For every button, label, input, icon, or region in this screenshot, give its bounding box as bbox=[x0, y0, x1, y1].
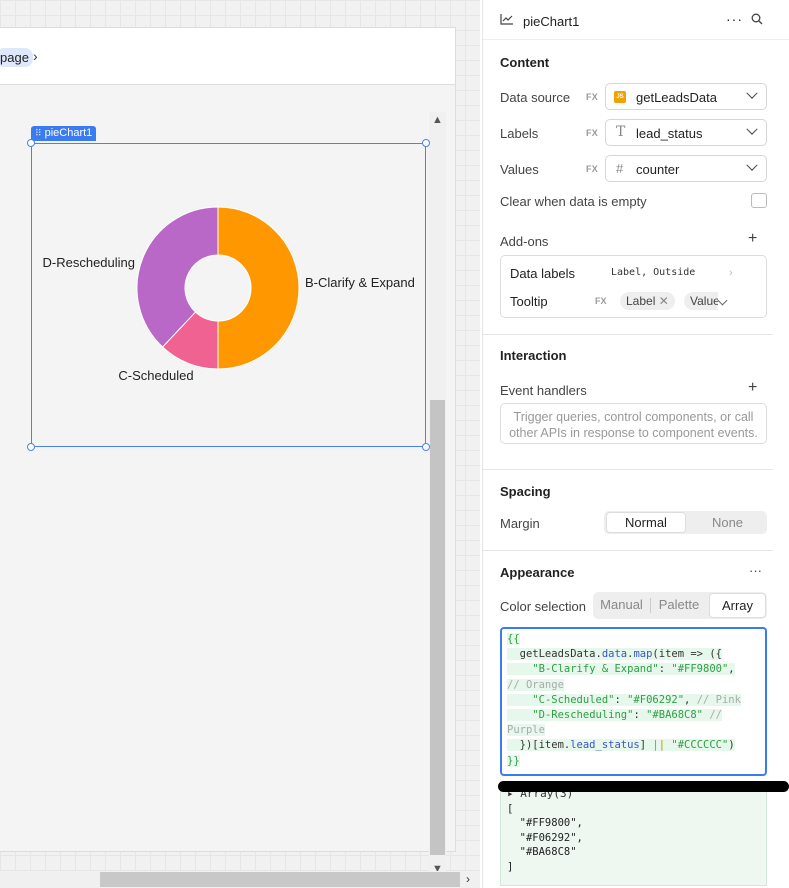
result-line: [ bbox=[507, 802, 514, 815]
fx-toggle[interactable]: FX bbox=[586, 128, 598, 138]
data-source-select[interactable]: JS getLeadsData bbox=[605, 83, 767, 110]
inspector-header: pieChart1 ··· bbox=[483, 0, 789, 40]
code-line: Purple bbox=[507, 724, 545, 737]
number-type-icon: # bbox=[616, 161, 624, 176]
pie-slice-label: B-Clarify & Expand bbox=[305, 275, 415, 290]
data-labels-value[interactable]: Label, Outside bbox=[611, 267, 695, 278]
js-icon: JS bbox=[614, 91, 626, 103]
section-interaction-heading: Interaction bbox=[500, 348, 567, 363]
inspector-panel: pieChart1 ··· Content Data source FX JS … bbox=[482, 0, 789, 888]
chevron-down-icon[interactable] bbox=[717, 295, 728, 306]
result-line: ] bbox=[507, 860, 514, 873]
chevron-down-icon bbox=[746, 159, 758, 171]
event-handlers-placeholder[interactable]: Trigger queries, control components, or … bbox=[500, 403, 767, 444]
evaluation-result: ▸ Array(3)[ "#FF9800", "#F06292", "#BA68… bbox=[500, 782, 767, 886]
editor-canvas[interactable]: page › ▲ ▼ ⠿ pieChart1 B-Clarify & Expand… bbox=[0, 0, 480, 888]
values-label: Values bbox=[500, 162, 539, 177]
pie-slice-label: D-Rescheduling bbox=[43, 255, 136, 270]
chevron-right-icon: › bbox=[33, 48, 38, 64]
labels-label: Labels bbox=[500, 126, 539, 141]
margin-normal-option[interactable]: Normal bbox=[606, 512, 686, 533]
color-selection-control: Manual Palette Array bbox=[593, 592, 767, 619]
pie-slice-label: C-Scheduled bbox=[118, 368, 193, 383]
labels-value: lead_status bbox=[636, 126, 703, 141]
more-icon[interactable]: ··· bbox=[726, 11, 743, 27]
color-palette-option[interactable]: Palette bbox=[651, 597, 707, 612]
result-line: "#BA68C8" bbox=[507, 846, 577, 858]
color-array-option[interactable]: Array bbox=[709, 593, 766, 618]
component-name[interactable]: pieChart1 bbox=[523, 14, 579, 29]
code-line: "D-Rescheduling": "#BA68C8" // bbox=[507, 708, 760, 723]
margin-segmented-control: Normal None bbox=[604, 511, 767, 534]
pie-slice[interactable] bbox=[217, 206, 300, 370]
code-line: }} bbox=[507, 754, 520, 767]
component-tag[interactable]: ⠿ pieChart1 bbox=[31, 126, 97, 141]
addons-list: Data labels Label, Outside › Tooltip FX … bbox=[500, 255, 767, 318]
code-line: // Orange bbox=[507, 678, 564, 691]
code-line: "C-Scheduled": "#F06292", // Pink bbox=[507, 693, 760, 708]
tooltip-chip-label[interactable]: Label ✕ bbox=[620, 292, 675, 310]
clear-when-empty-checkbox[interactable] bbox=[751, 193, 767, 208]
line-chart-icon bbox=[500, 14, 513, 25]
divider bbox=[483, 334, 773, 335]
divider bbox=[483, 550, 773, 551]
section-spacing-heading: Spacing bbox=[500, 484, 551, 499]
search-icon[interactable] bbox=[751, 13, 763, 25]
chevron-right-icon[interactable]: › bbox=[729, 267, 733, 279]
margin-label: Margin bbox=[500, 516, 540, 531]
vertical-scrollbar[interactable]: ▲ ▼ bbox=[429, 112, 446, 877]
values-value: counter bbox=[636, 162, 680, 177]
horizontal-scroll-thumb[interactable] bbox=[100, 872, 460, 887]
tooltip-label[interactable]: Tooltip bbox=[510, 294, 548, 309]
divider bbox=[483, 469, 773, 470]
section-appearance-heading: Appearance bbox=[500, 565, 575, 580]
color-manual-option[interactable]: Manual bbox=[593, 597, 650, 612]
add-event-handler-icon[interactable]: + bbox=[748, 379, 757, 397]
page-header: page › bbox=[0, 28, 455, 85]
margin-none-option[interactable]: None bbox=[688, 513, 767, 532]
close-icon[interactable]: ✕ bbox=[659, 294, 669, 308]
fx-toggle[interactable]: FX bbox=[586, 164, 598, 174]
fx-toggle[interactable]: FX bbox=[586, 92, 598, 102]
data-source-value: getLeadsData bbox=[636, 90, 717, 105]
pie-chart[interactable]: B-Clarify & Expand C-Scheduled D-Reschedul… bbox=[31, 143, 426, 447]
chip-text: Label bbox=[626, 294, 656, 308]
add-addon-icon[interactable]: + bbox=[748, 230, 757, 248]
tooltip-chip-value[interactable]: Value bbox=[684, 292, 718, 310]
data-source-label: Data source bbox=[500, 90, 571, 105]
code-line: getLeadsData.data.map(item => ({ bbox=[507, 648, 722, 661]
more-icon[interactable]: ··· bbox=[749, 563, 762, 578]
breadcrumb[interactable]: page bbox=[0, 48, 33, 67]
addons-label: Add-ons bbox=[500, 234, 549, 249]
code-line: })[item.lead_status] || "#CCCCCC") bbox=[507, 739, 735, 752]
fx-toggle[interactable]: FX bbox=[595, 296, 607, 306]
redaction-bar bbox=[498, 781, 789, 792]
drag-handle-icon[interactable]: ⠿ bbox=[35, 128, 42, 138]
chevron-down-icon bbox=[746, 87, 758, 99]
code-line: "B-Clarify & Expand": "#FF9800", bbox=[507, 662, 760, 677]
clear-when-empty-label: Clear when data is empty bbox=[500, 194, 647, 209]
code-line: {{ bbox=[507, 633, 520, 645]
vertical-scroll-thumb[interactable] bbox=[430, 400, 445, 855]
scroll-up-icon[interactable]: ▲ bbox=[432, 114, 443, 126]
color-selection-label: Color selection bbox=[500, 599, 586, 614]
scroll-right-icon[interactable]: › bbox=[466, 872, 470, 886]
chevron-down-icon bbox=[746, 123, 758, 135]
result-line: "#FF9800", bbox=[507, 817, 583, 829]
color-array-code-editor[interactable]: {{ getLeadsData.data.map(item => ({ "B-C… bbox=[500, 627, 767, 776]
result-line: "#F06292", bbox=[507, 831, 583, 844]
component-tag-label: pieChart1 bbox=[44, 127, 93, 139]
section-content-heading: Content bbox=[500, 55, 550, 70]
text-type-icon: T bbox=[616, 124, 626, 140]
data-labels-label[interactable]: Data labels bbox=[510, 266, 575, 281]
event-handlers-label: Event handlers bbox=[500, 383, 587, 398]
labels-select[interactable]: T lead_status bbox=[605, 119, 767, 146]
values-select[interactable]: # counter bbox=[605, 155, 767, 182]
horizontal-scrollbar[interactable]: › bbox=[0, 871, 480, 888]
